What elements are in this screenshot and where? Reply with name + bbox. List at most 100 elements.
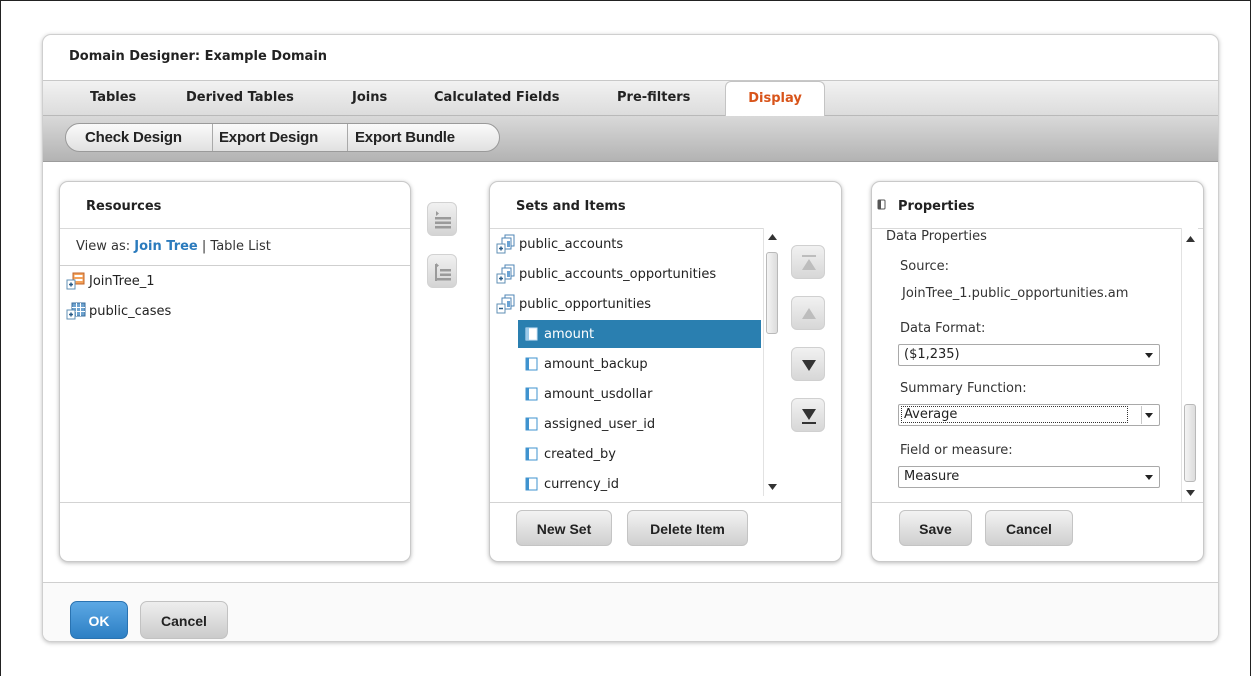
move-up-icon	[802, 308, 816, 319]
resources-title: Resources	[86, 199, 162, 214]
chevron-down-icon	[1145, 413, 1153, 418]
set-item-label: assigned_user_id	[544, 416, 656, 432]
cancel-button[interactable]: Cancel	[140, 601, 228, 639]
tab-calculated-fields[interactable]: Calculated Fields	[434, 81, 559, 115]
scroll-up-icon	[768, 234, 777, 240]
set-collapse-icon	[496, 294, 516, 314]
table-icon	[66, 301, 86, 321]
chevron-down-icon	[1145, 475, 1153, 480]
resources-footer	[60, 502, 410, 561]
set-item-public-accounts[interactable]: public_accounts	[496, 230, 623, 258]
field-measure-label: Field or measure:	[900, 443, 1013, 458]
set-item-label: amount_backup	[544, 356, 648, 372]
scroll-up-icon	[1186, 236, 1195, 242]
set-item-assigned-user-id[interactable]: assigned_user_id	[525, 410, 655, 438]
summary-function-value: Average	[901, 406, 1129, 423]
tab-display[interactable]: Display	[725, 81, 825, 117]
add-items-indent-icon	[428, 263, 458, 293]
set-item-public-accounts-opportunities[interactable]: public_accounts_opportunities	[496, 260, 716, 288]
view-as-bar: View as: Join Tree | Table List	[60, 228, 410, 266]
resource-label: JoinTree_1	[89, 273, 155, 289]
tab-joins[interactable]: Joins	[352, 81, 387, 115]
data-format-label: Data Format:	[900, 321, 986, 336]
join-tree-icon	[66, 271, 86, 291]
add-to-set-indented-button[interactable]	[427, 254, 457, 288]
properties-title: Properties	[898, 199, 975, 214]
set-item-amount-usdollar[interactable]: amount_usdollar	[525, 380, 652, 408]
resource-item-public-cases[interactable]: public_cases	[66, 300, 171, 322]
move-bottom-icon	[802, 409, 816, 424]
view-as-separator: |	[201, 239, 207, 254]
dialog-footer: OK Cancel	[43, 582, 1218, 641]
export-bundle-button[interactable]: Export Bundle	[348, 124, 499, 151]
set-expand-icon	[496, 234, 516, 254]
design-button-group: Check Design Export Design Export Bundle	[65, 123, 500, 152]
item-icon	[525, 414, 541, 434]
table-list-link[interactable]: Table List	[210, 239, 270, 254]
scroll-down-icon	[768, 484, 777, 490]
properties-scrollbar[interactable]	[1181, 228, 1198, 502]
item-icon	[525, 384, 541, 404]
scrollbar-thumb[interactable]	[766, 252, 778, 334]
ok-button[interactable]: OK	[70, 601, 128, 639]
resource-item-jointree[interactable]: JoinTree_1	[66, 270, 155, 292]
resources-panel: Resources View as: Join Tree | Table Lis…	[59, 181, 411, 562]
properties-panel: Properties Data Properties Source: JoinT…	[871, 181, 1204, 562]
view-as-label: View as:	[76, 239, 131, 254]
move-to-bottom-button[interactable]	[791, 398, 825, 432]
set-item-label: amount_usdollar	[544, 386, 653, 402]
set-item-label: public_opportunities	[519, 296, 652, 312]
join-tree-link[interactable]: Join Tree	[134, 239, 198, 254]
set-item-created-by[interactable]: created_by	[525, 440, 616, 468]
resource-label: public_cases	[89, 303, 172, 319]
source-value: JoinTree_1.public_opportunities.am	[902, 286, 1129, 301]
set-item-label: created_by	[544, 446, 616, 462]
set-expand-icon	[496, 264, 516, 284]
item-icon	[525, 324, 541, 344]
sets-items-panel: Sets and Items public_accounts public_ac…	[489, 181, 842, 562]
check-design-button[interactable]: Check Design	[66, 124, 213, 151]
add-to-set-button[interactable]	[427, 202, 457, 236]
save-button[interactable]: Save	[899, 510, 972, 546]
new-set-button[interactable]: New Set	[516, 510, 612, 546]
properties-cancel-button[interactable]: Cancel	[985, 510, 1073, 546]
set-item-currency-id[interactable]: currency_id	[525, 470, 619, 496]
domain-designer-dialog: Domain Designer: Example Domain Tables D…	[42, 34, 1219, 642]
collapse-panel-icon[interactable]	[877, 199, 887, 215]
scrollbar-thumb[interactable]	[1184, 404, 1196, 482]
chevron-down-icon	[1145, 353, 1153, 358]
set-item-label: public_accounts	[519, 236, 624, 252]
tab-tables[interactable]: Tables	[90, 81, 136, 115]
move-down-button[interactable]	[791, 347, 825, 381]
sets-items-title: Sets and Items	[516, 199, 626, 214]
summary-function-label: Summary Function:	[900, 381, 1027, 396]
set-item-amount-backup[interactable]: amount_backup	[525, 350, 648, 378]
dialog-title: Domain Designer: Example Domain	[69, 49, 328, 64]
item-icon	[525, 474, 541, 494]
data-format-value: ($1,235)	[904, 347, 960, 362]
move-to-top-button[interactable]	[791, 245, 825, 279]
delete-item-button[interactable]: Delete Item	[627, 510, 748, 546]
move-up-button[interactable]	[791, 296, 825, 330]
sets-items-list: public_accounts public_accounts_opportun…	[490, 228, 778, 496]
tab-pre-filters[interactable]: Pre-filters	[617, 81, 690, 115]
summary-function-select[interactable]: Average	[898, 404, 1160, 426]
add-items-icon	[428, 211, 458, 241]
set-item-amount[interactable]: amount	[518, 320, 761, 348]
item-icon	[525, 354, 541, 374]
select-divider	[1141, 406, 1142, 424]
tab-derived-tables[interactable]: Derived Tables	[186, 81, 294, 115]
source-label: Source:	[900, 259, 950, 274]
set-item-label: currency_id	[544, 476, 620, 492]
scroll-down-icon	[1186, 490, 1195, 496]
field-measure-select[interactable]: Measure	[898, 466, 1160, 488]
data-format-select[interactable]: ($1,235)	[898, 344, 1160, 366]
design-toolbar: Check Design Export Design Export Bundle	[43, 116, 1218, 162]
move-down-icon	[802, 360, 816, 371]
item-icon	[525, 444, 541, 464]
sets-scrollbar[interactable]	[763, 228, 780, 496]
set-item-label: amount	[544, 326, 595, 342]
export-design-button[interactable]: Export Design	[213, 124, 348, 151]
set-item-public-opportunities[interactable]: public_opportunities	[496, 290, 651, 318]
field-measure-value: Measure	[904, 469, 960, 484]
